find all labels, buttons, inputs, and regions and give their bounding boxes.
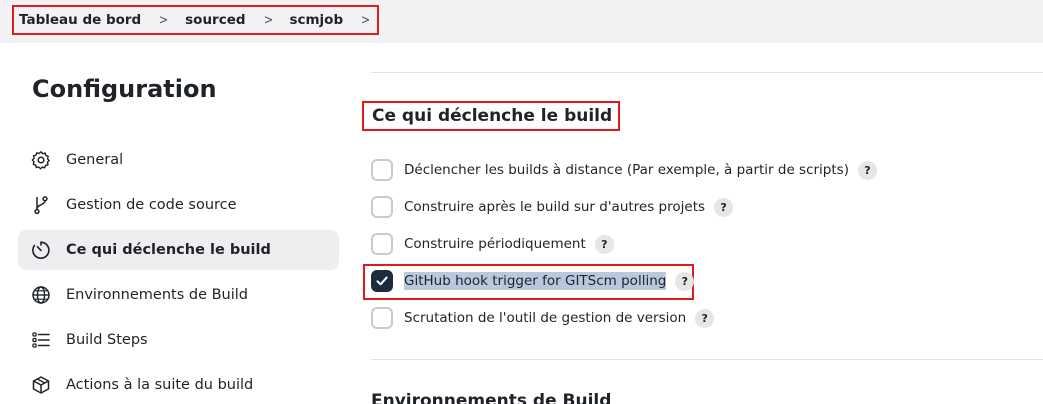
sidebar-item-label: Build Steps: [66, 332, 148, 348]
trigger-option-remote: Déclencher les builds à distance (Par ex…: [371, 158, 877, 182]
gear-icon: [31, 151, 50, 170]
chevron-right-icon[interactable]: >: [361, 13, 370, 28]
trigger-option-label[interactable]: Construire périodiquement: [404, 236, 586, 252]
trigger-option-label[interactable]: GitHub hook trigger for GITScm polling: [404, 272, 667, 290]
trigger-option-periodic: Construire périodiquement ?: [371, 232, 614, 256]
help-icon[interactable]: ?: [714, 197, 734, 217]
sidebar-item-label: General: [66, 152, 124, 168]
chevron-right-icon: >: [263, 12, 273, 28]
checkbox[interactable]: [371, 307, 393, 329]
sidebar-item-label: Actions à la suite du build: [66, 377, 254, 393]
sidebar-item-source-code[interactable]: Gestion de code source: [18, 185, 339, 225]
timer-icon: [32, 241, 50, 259]
trigger-option-label[interactable]: Déclencher les builds à distance (Par ex…: [404, 162, 849, 178]
checkbox-checked[interactable]: [371, 270, 393, 292]
sidebar-item-label: Gestion de code source: [66, 197, 237, 213]
checkbox[interactable]: [371, 233, 393, 255]
breadcrumb: Tableau de bord > sourced > scmjob >: [12, 5, 380, 35]
checkbox[interactable]: [371, 196, 393, 218]
section-title-build-triggers: Ce qui déclenche le build: [362, 101, 621, 131]
sidebar-item-build-steps[interactable]: Build Steps: [18, 320, 339, 360]
help-icon[interactable]: ?: [675, 271, 695, 291]
sidebar-item-build-environments[interactable]: Environnements de Build: [18, 275, 339, 315]
sidebar-item-build-triggers[interactable]: Ce qui déclenche le build: [18, 230, 339, 270]
divider: [371, 72, 1043, 73]
trigger-option-scm-polling: Scrutation de l'outil de gestion de vers…: [371, 306, 715, 330]
trigger-option-label[interactable]: Construire après le build sur d'autres p…: [404, 199, 705, 215]
breadcrumb-item-dashboard[interactable]: Tableau de bord: [19, 12, 141, 28]
sidebar-item-post-build-actions[interactable]: Actions à la suite du build: [18, 365, 339, 404]
checkbox[interactable]: [371, 159, 393, 181]
chevron-right-icon: >: [159, 12, 169, 28]
git-branch-icon: [34, 196, 48, 215]
globe-icon: [32, 286, 50, 304]
help-icon[interactable]: ?: [594, 234, 614, 254]
sidebar-item-general[interactable]: General: [18, 140, 339, 180]
trigger-option-github-hook: GitHub hook trigger for GITScm polling ?: [371, 269, 695, 293]
breadcrumb-item-scmjob[interactable]: scmjob: [289, 12, 343, 28]
divider: [371, 359, 1043, 360]
help-icon[interactable]: ?: [695, 308, 715, 328]
breadcrumb-item-sourced[interactable]: sourced: [185, 12, 245, 28]
page-title: Configuration: [32, 75, 217, 103]
check-icon: [376, 276, 388, 286]
package-icon: [32, 376, 50, 394]
trigger-option-label[interactable]: Scrutation de l'outil de gestion de vers…: [404, 310, 686, 326]
sidebar-item-label: Ce qui déclenche le build: [66, 242, 271, 258]
breadcrumb-bar: Tableau de bord > sourced > scmjob >: [0, 0, 1043, 43]
trigger-option-after-other-projects: Construire après le build sur d'autres p…: [371, 195, 734, 219]
section-title-build-environments: Environnements de Build: [371, 391, 612, 404]
list-icon: [32, 332, 50, 348]
help-icon[interactable]: ?: [857, 160, 877, 180]
sidebar-item-label: Environnements de Build: [66, 287, 248, 303]
